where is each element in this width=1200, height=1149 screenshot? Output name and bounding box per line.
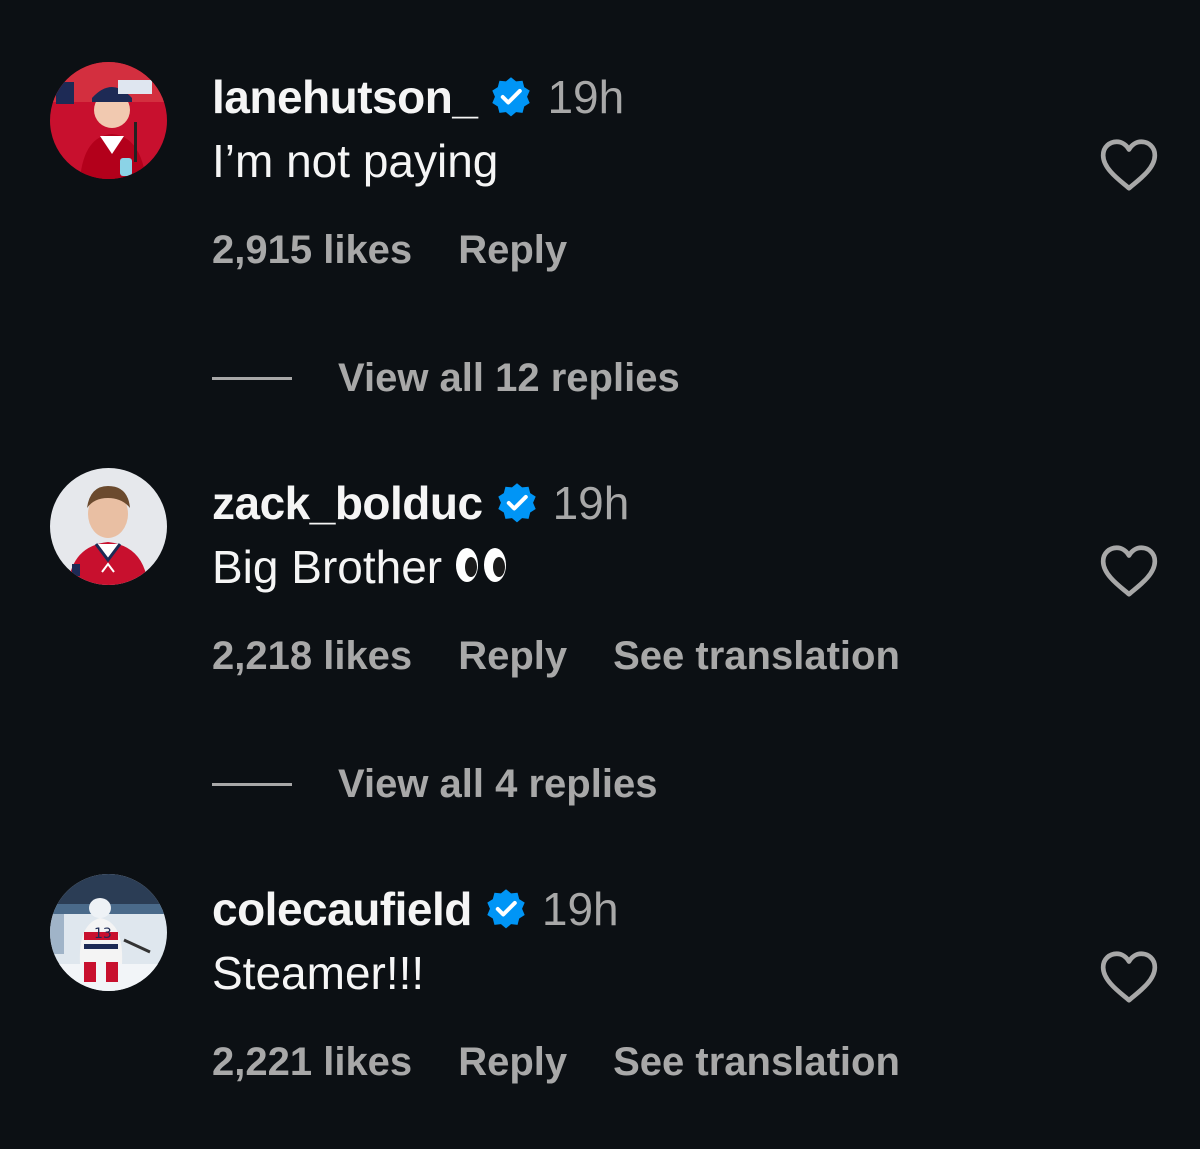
comment-header: zack_bolduc 19h [212,474,629,532]
verified-badge-icon [497,483,536,523]
see-translation-button[interactable]: See translation [613,1040,900,1085]
reply-button[interactable]: Reply [458,1040,567,1085]
heart-outline-icon[interactable] [1098,542,1160,600]
verified-badge-icon [492,77,531,117]
replies-divider [212,376,292,380]
comment-header: lanehutson_ 19h [212,68,624,126]
replies-divider [212,782,292,786]
username[interactable]: colecaufield [212,882,472,936]
view-replies-button[interactable]: View all 4 replies [212,759,1112,809]
reply-button[interactable]: Reply [458,228,567,273]
avatar[interactable] [50,468,167,585]
view-replies-label: View all 4 replies [338,761,658,806]
view-replies-button[interactable]: View all 12 replies [212,353,1112,403]
username[interactable]: lanehutson_ [212,70,478,124]
likes-count[interactable]: 2,915 likes [212,228,412,273]
see-translation-button[interactable]: See translation [613,634,900,679]
comment-text: Big Brother [212,540,508,594]
timestamp: 19h [552,477,630,529]
comment-text-body: Big Brother [212,541,443,593]
heart-outline-icon[interactable] [1098,136,1160,194]
avatar[interactable]: 13 [50,874,167,991]
avatar[interactable] [50,62,167,179]
svg-text:13: 13 [94,926,112,942]
verified-badge-icon [487,889,525,929]
heart-outline-icon[interactable] [1098,948,1160,1006]
reply-button[interactable]: Reply [458,634,567,679]
eyes-emoji-icon [456,548,507,582]
likes-count[interactable]: 2,218 likes [212,634,412,679]
comment-actions: 2,221 likes Reply See translation [212,1040,946,1085]
likes-count[interactable]: 2,221 likes [212,1040,412,1085]
timestamp: 19h [541,883,619,935]
comment-text: I’m not paying [212,135,499,187]
timestamp: 19h [547,71,625,123]
view-replies-label: View all 12 replies [338,355,680,400]
comment-actions: 2,915 likes Reply [212,228,613,273]
comment-text: Steamer!!! [212,947,425,999]
comment-actions: 2,218 likes Reply See translation [212,634,946,679]
username[interactable]: zack_bolduc [212,476,483,530]
comment-header: colecaufield 19h [212,880,619,938]
